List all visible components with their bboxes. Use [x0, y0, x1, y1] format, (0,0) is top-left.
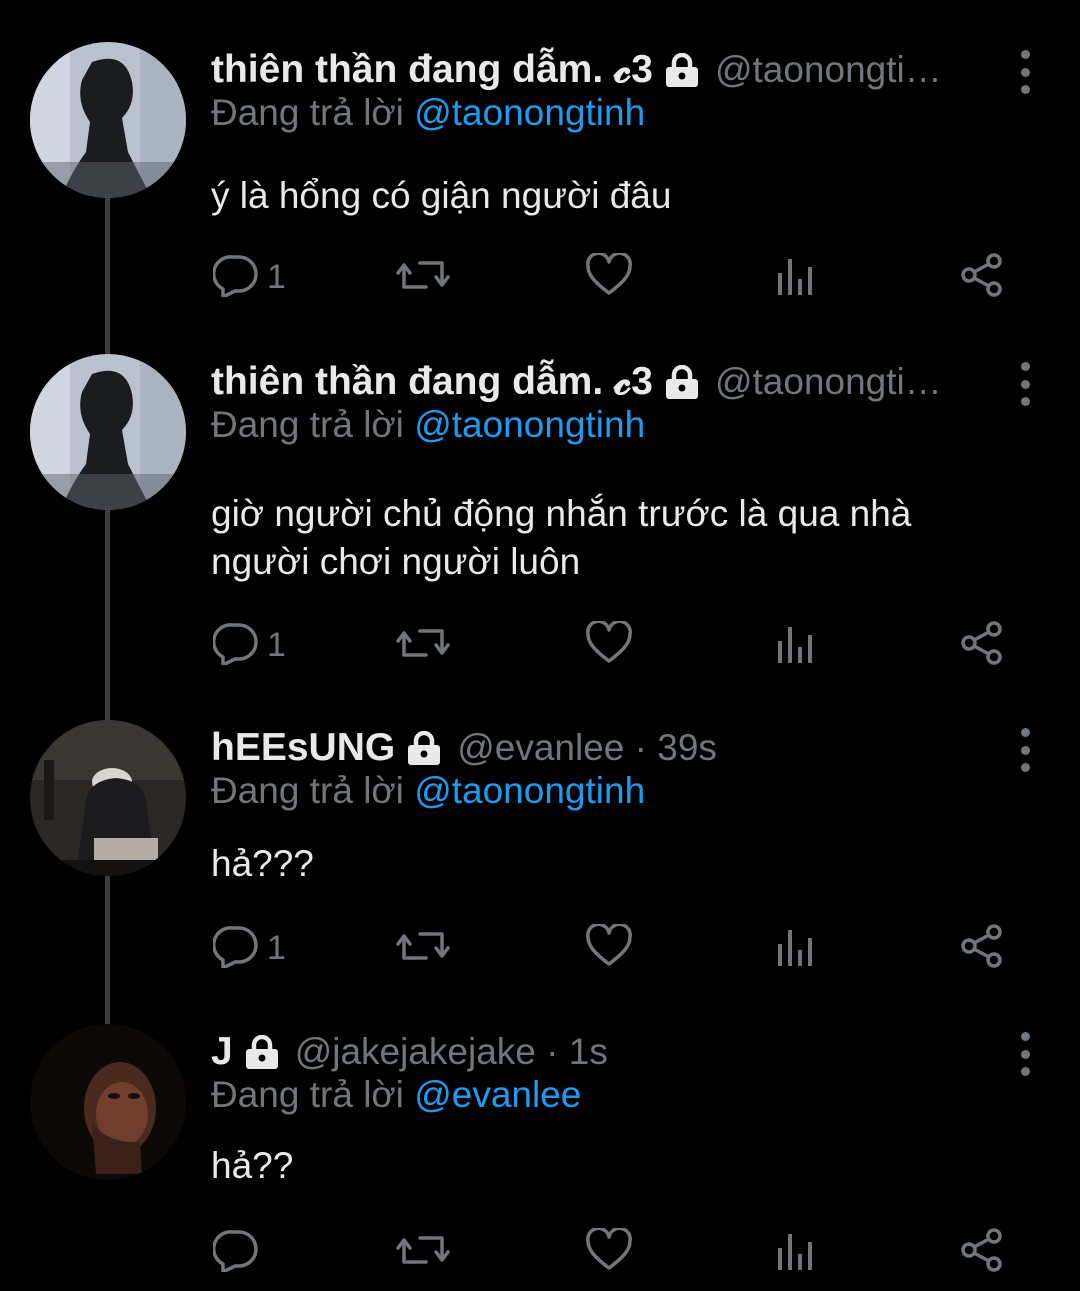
like-button[interactable]: [585, 1226, 633, 1277]
replying-prefix: Đang trả lời: [211, 1074, 404, 1115]
user-handle[interactable]: @jakejakejake · 1s: [295, 1031, 608, 1073]
like-icon: [585, 251, 633, 302]
user-handle[interactable]: @taonongti…: [715, 361, 942, 403]
lock-icon: [405, 731, 443, 765]
reply-count: 1: [267, 257, 286, 296]
avatar[interactable]: [30, 1024, 186, 1180]
share-button[interactable]: [959, 923, 1005, 973]
analytics-icon: [776, 924, 816, 973]
analytics-icon: [776, 253, 816, 302]
tweet-text: hả???: [211, 843, 314, 884]
lock-icon: [663, 53, 701, 87]
share-button[interactable]: [959, 620, 1005, 670]
replying-to: Đang trả lời @taonongtinh: [211, 92, 645, 134]
mention-link[interactable]: @taonongtinh: [414, 770, 645, 811]
share-button[interactable]: [959, 1227, 1005, 1277]
tweet[interactable]: thiên thần đang dẫm. 𝓬3 @taonongti… Đang…: [0, 42, 1080, 342]
like-button[interactable]: [585, 619, 633, 670]
mention-link[interactable]: @taonongtinh: [414, 92, 645, 133]
display-name[interactable]: thiên thần đang dẫm. 𝓬3: [211, 360, 653, 404]
analytics-button[interactable]: [776, 620, 816, 670]
retweet-icon: [396, 924, 450, 973]
retweet-button[interactable]: [396, 923, 450, 973]
tweet-header: J @jakejakejake · 1s: [211, 1022, 980, 1082]
tweet-text: giờ người chủ động nhắn trước là qua nhà…: [211, 493, 912, 582]
reply-icon: [212, 621, 259, 670]
like-button[interactable]: [585, 251, 633, 302]
like-icon: [585, 1226, 633, 1277]
retweet-button[interactable]: [396, 620, 450, 670]
display-name[interactable]: J: [211, 1030, 233, 1074]
share-icon: [959, 620, 1005, 671]
action-bar: 1: [211, 619, 1031, 670]
user-handle[interactable]: @evanlee · 39s: [457, 727, 717, 769]
user-handle[interactable]: @taonongti…: [715, 49, 942, 91]
more-icon[interactable]: [1010, 728, 1040, 772]
tweet-header: thiên thần đang dẫm. 𝓬3 @taonongti…: [211, 40, 980, 100]
replying-to: Đang trả lời @taonongtinh: [211, 770, 645, 812]
lock-icon: [663, 365, 701, 399]
reply-icon: [212, 253, 259, 302]
tweet[interactable]: thiên thần đang dẫm. 𝓬3 @taonongti… Đang…: [0, 354, 1080, 694]
tweet-text: hả??: [211, 1145, 294, 1186]
replying-prefix: Đang trả lời: [211, 92, 404, 133]
more-icon[interactable]: [1010, 1032, 1040, 1076]
action-bar: [211, 1226, 1031, 1277]
mention-link[interactable]: @taonongtinh: [414, 404, 645, 445]
replying-prefix: Đang trả lời: [211, 770, 404, 811]
tweet[interactable]: J @jakejakejake · 1s Đang trả lời @evanl…: [0, 1024, 1080, 1291]
analytics-button[interactable]: [776, 923, 816, 973]
replying-prefix: Đang trả lời: [211, 404, 404, 445]
reply-button[interactable]: 1: [212, 923, 286, 973]
tweet-text: ý là hổng có giận người đâu: [211, 175, 672, 216]
share-icon: [959, 923, 1005, 974]
avatar[interactable]: [30, 42, 186, 198]
display-name[interactable]: hEEsUNG: [211, 726, 395, 770]
analytics-button[interactable]: [776, 252, 816, 302]
tweet[interactable]: hEEsUNG @evanlee · 39s Đang trả lời @tao…: [0, 720, 1080, 1000]
more-icon[interactable]: [1010, 50, 1040, 94]
lock-icon: [243, 1035, 281, 1069]
mention-link[interactable]: @evanlee: [414, 1074, 581, 1115]
replying-to: Đang trả lời @evanlee: [211, 1074, 581, 1116]
retweet-button[interactable]: [396, 1227, 450, 1277]
action-bar: 1: [211, 251, 1031, 302]
like-icon: [585, 922, 633, 973]
like-icon: [585, 619, 633, 670]
share-button[interactable]: [959, 252, 1005, 302]
reply-button[interactable]: 1: [212, 252, 286, 302]
share-icon: [959, 252, 1005, 303]
retweet-icon: [396, 621, 450, 670]
reply-icon: [212, 1228, 259, 1277]
reply-count: 1: [267, 928, 286, 967]
reply-button[interactable]: 1: [212, 620, 286, 670]
reply-button[interactable]: [212, 1227, 267, 1277]
avatar[interactable]: [30, 720, 186, 876]
analytics-button[interactable]: [776, 1227, 816, 1277]
tweet-header: hEEsUNG @evanlee · 39s: [211, 718, 980, 778]
retweet-icon: [396, 253, 450, 302]
tweet-header: thiên thần đang dẫm. 𝓬3 @taonongti…: [211, 352, 980, 412]
retweet-button[interactable]: [396, 252, 450, 302]
action-bar: 1: [211, 922, 1031, 973]
display-name[interactable]: thiên thần đang dẫm. 𝓬3: [211, 48, 653, 92]
analytics-icon: [776, 1228, 816, 1277]
reply-count: 1: [267, 625, 286, 664]
analytics-icon: [776, 621, 816, 670]
replying-to: Đang trả lời @taonongtinh: [211, 404, 645, 446]
avatar[interactable]: [30, 354, 186, 510]
like-button[interactable]: [585, 922, 633, 973]
retweet-icon: [396, 1228, 450, 1277]
share-icon: [959, 1227, 1005, 1278]
reply-icon: [212, 924, 259, 973]
more-icon[interactable]: [1010, 362, 1040, 406]
